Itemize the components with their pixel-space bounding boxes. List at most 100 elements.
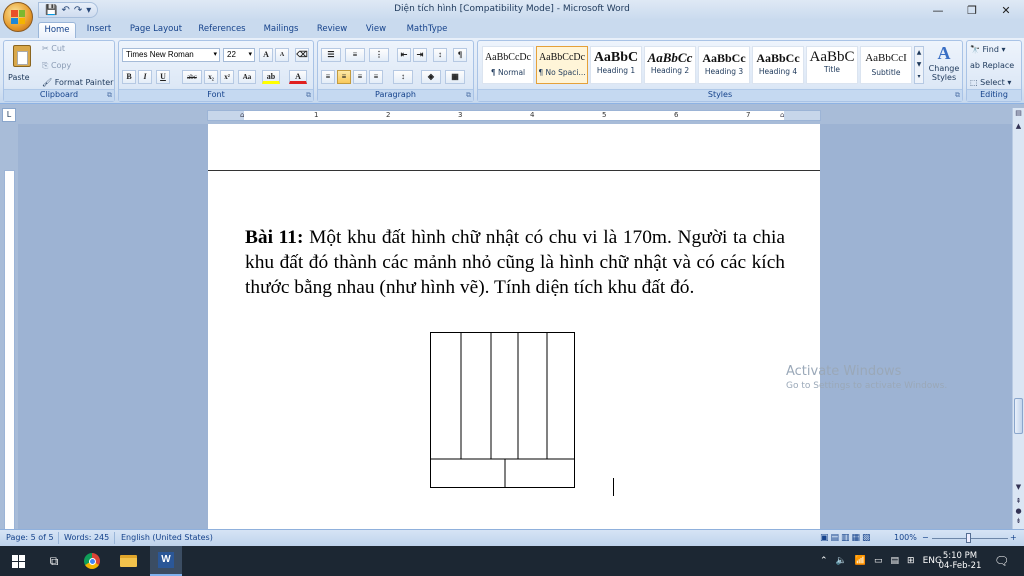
cut-button[interactable]: ✂ Cut	[42, 44, 65, 53]
font-size-box[interactable]: 22 ▾	[223, 48, 255, 62]
wifi-icon[interactable]: 📶	[855, 556, 866, 566]
underline-button[interactable]: U	[156, 70, 170, 84]
scroll-up-icon[interactable]: ▲	[1013, 122, 1024, 133]
borders-icon[interactable]: ▦	[445, 70, 465, 84]
font-name-box[interactable]: Times New Roman ▾	[122, 48, 220, 62]
change-case-button[interactable]: Aa	[238, 70, 256, 84]
notification-icon[interactable]: ▤	[891, 556, 900, 566]
indent-marker-icon[interactable]: ⌂	[240, 111, 244, 119]
bold-button[interactable]: B	[122, 70, 136, 84]
strikethrough-button[interactable]: abc	[182, 70, 202, 84]
tab-review[interactable]: Review	[312, 22, 352, 38]
style-normal[interactable]: AaBbCcDc ¶ Normal	[482, 46, 534, 84]
grow-font-icon[interactable]: A	[259, 48, 273, 62]
save-icon[interactable]: 💾	[45, 5, 57, 16]
paste-button[interactable]: Paste	[8, 43, 38, 87]
clock[interactable]: 5:10 PM 04-Feb-21	[938, 546, 982, 576]
style-heading-1[interactable]: AaBbC Heading 1	[590, 46, 642, 84]
customize-qat-icon[interactable]: ▾	[86, 5, 91, 16]
file-explorer-icon[interactable]	[114, 546, 142, 576]
bullets-icon[interactable]: ☰	[321, 48, 341, 62]
zoom-level[interactable]: 100%	[894, 533, 917, 542]
line-spacing-icon[interactable]: ↕	[393, 70, 413, 84]
minimize-button[interactable]: —	[921, 0, 955, 20]
clear-format-icon[interactable]: ⌫	[295, 48, 309, 62]
zoom-slider-knob[interactable]	[966, 533, 971, 543]
style-heading-3[interactable]: AaBbCc Heading 3	[698, 46, 750, 84]
tab-selector[interactable]: L	[2, 108, 16, 122]
change-styles-button[interactable]: A Change Styles	[926, 43, 962, 89]
right-indent-marker-icon[interactable]: ⌂	[780, 111, 784, 119]
tab-home[interactable]: Home	[38, 22, 76, 38]
task-view-icon[interactable]: ⧉	[40, 546, 68, 576]
zoom-out-icon[interactable]: −	[922, 533, 929, 542]
word-taskbar-icon[interactable]: W	[150, 546, 182, 576]
dialog-launcher-icon[interactable]: ⧉	[107, 91, 112, 100]
next-page-icon[interactable]: ⇟	[1013, 517, 1024, 528]
volume-icon[interactable]: 🔈	[836, 556, 847, 566]
tab-page-layout[interactable]: Page Layout	[126, 22, 186, 38]
sort-icon[interactable]: ↕	[433, 48, 447, 62]
shading-icon[interactable]: ◈	[421, 70, 441, 84]
decrease-indent-icon[interactable]: ⇤	[397, 48, 411, 62]
copy-button[interactable]: ⎘ Copy	[42, 61, 71, 71]
replace-button[interactable]: ab Replace	[970, 61, 1014, 70]
dialog-launcher-icon[interactable]: ⧉	[306, 91, 311, 100]
undo-icon[interactable]: ↶	[61, 5, 69, 16]
view-buttons-icon[interactable]: ▣▤▥▦▧	[820, 533, 873, 543]
tab-references[interactable]: References	[192, 22, 252, 38]
align-right-icon[interactable]: ≡	[353, 70, 367, 84]
tab-view[interactable]: View	[360, 22, 392, 38]
show-formatting-icon[interactable]: ¶	[453, 48, 467, 62]
zoom-in-icon[interactable]: +	[1010, 533, 1017, 542]
chrome-icon[interactable]	[78, 546, 106, 576]
language-indicator[interactable]: English (United States)	[121, 533, 213, 542]
action-center-icon[interactable]: 🗨	[994, 546, 1009, 576]
dialog-launcher-icon[interactable]: ⧉	[466, 91, 471, 100]
page-count[interactable]: Page: 5 of 5	[6, 533, 54, 542]
input-method-icon[interactable]: ⊞	[907, 556, 915, 566]
vertical-scrollbar[interactable]: ▤ ▲ ▼ ⇞ ● ⇟	[1012, 108, 1024, 529]
ruler-toggle-icon[interactable]: ▤	[1013, 109, 1024, 120]
align-center-icon[interactable]: ≡	[337, 70, 351, 84]
start-button[interactable]	[4, 546, 32, 576]
scroll-down-icon[interactable]: ▼	[1013, 483, 1024, 494]
highlight-icon[interactable]: ab	[262, 70, 280, 84]
shrink-font-icon[interactable]: A	[275, 48, 289, 62]
tab-mathtype[interactable]: MathType	[400, 22, 454, 38]
style-no-spacing[interactable]: AaBbCcDc ¶ No Spaci...	[536, 46, 588, 84]
italic-button[interactable]: I	[138, 70, 152, 84]
dialog-launcher-icon[interactable]: ⧉	[955, 91, 960, 100]
numbering-icon[interactable]: ≡	[345, 48, 365, 62]
chevron-up-icon[interactable]: ⌃	[820, 556, 828, 566]
horizontal-ruler[interactable]: 1 2 3 4 5 6 7 ⌂ ⌂	[207, 110, 821, 121]
find-button[interactable]: 🔭 Find ▾	[970, 45, 1005, 54]
align-left-icon[interactable]: ≡	[321, 70, 335, 84]
redo-icon[interactable]: ↷	[74, 5, 82, 16]
vertical-ruler[interactable]	[4, 170, 15, 530]
style-heading-4[interactable]: AaBbCc Heading 4	[752, 46, 804, 84]
tab-mailings[interactable]: Mailings	[258, 22, 304, 38]
battery-icon[interactable]: ▭	[874, 556, 883, 566]
select-button[interactable]: ⬚ Select ▾	[970, 78, 1011, 87]
word-count[interactable]: Words: 245	[64, 533, 109, 542]
font-color-icon[interactable]: A	[289, 70, 307, 84]
style-title[interactable]: AaBbC Title	[806, 46, 858, 84]
subscript-button[interactable]: x₂	[204, 70, 218, 84]
scroll-thumb[interactable]	[1014, 398, 1023, 434]
office-button[interactable]	[3, 2, 33, 32]
styles-scroll[interactable]: ▲ ▼ ▾	[914, 46, 924, 84]
style-subtitle[interactable]: AaBbCcI Subtitle	[860, 46, 912, 84]
restore-button[interactable]: ❐	[955, 0, 989, 20]
close-button[interactable]: ✕	[989, 0, 1023, 20]
problem-paragraph[interactable]: Bài 11: Một khu đất hình chữ nhật có chu…	[245, 225, 785, 300]
increase-indent-icon[interactable]: ⇥	[413, 48, 427, 62]
justify-icon[interactable]: ≡	[369, 70, 383, 84]
superscript-button[interactable]: x²	[220, 70, 234, 84]
multilevel-list-icon[interactable]: ⋮	[369, 48, 389, 62]
format-painter-button[interactable]: 🖌 Format Painter	[42, 78, 113, 87]
document-page[interactable]: Bài 11: Một khu đất hình chữ nhật có chu…	[208, 124, 820, 529]
style-heading-2[interactable]: AaBbCc Heading 2	[644, 46, 696, 84]
document-area[interactable]: Bài 11: Một khu đất hình chữ nhật có chu…	[18, 124, 1012, 529]
tab-insert[interactable]: Insert	[80, 22, 118, 38]
